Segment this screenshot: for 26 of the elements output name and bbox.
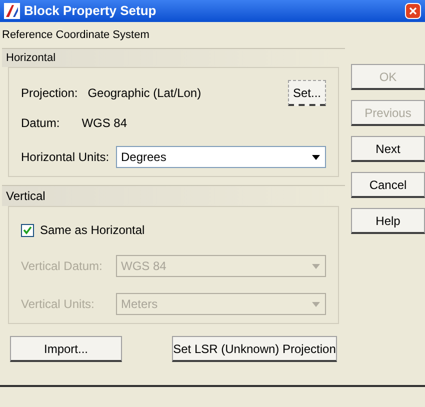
checkmark-icon — [23, 226, 32, 234]
dialog-button[interactable]: Cancel — [351, 172, 425, 198]
window-title: Block Property Setup — [24, 2, 158, 20]
dropdown-arrow-icon — [312, 302, 320, 306]
section-label: Reference Coordinate System — [2, 28, 150, 43]
group-header: Vertical — [2, 185, 345, 206]
group-header: Horizontal — [2, 48, 345, 67]
dialog-button[interactable]: Set LSR (Unknown) Projection — [172, 336, 337, 362]
field-label: Projection: — [21, 85, 78, 102]
close-button[interactable] — [405, 3, 421, 19]
dropdown[interactable]: Degrees — [116, 146, 326, 168]
dialog-button[interactable]: Next — [351, 136, 425, 162]
dialog-button[interactable]: Import... — [10, 336, 122, 362]
dialog-button[interactable]: Set... — [288, 80, 326, 106]
datum-value: WGS 84 — [82, 115, 128, 132]
close-icon — [408, 6, 418, 16]
field-label: Datum: — [21, 115, 60, 132]
same-as-horizontal-checkbox[interactable]: Same as Horizontal — [21, 221, 326, 239]
dropdown-arrow-icon — [312, 154, 320, 160]
app-logo-icon — [4, 3, 20, 19]
field-label: Vertical Units: — [21, 296, 94, 313]
projection-value: Geographic (Lat/Lon) — [88, 85, 202, 102]
field-label: Vertical Datum: — [21, 258, 102, 275]
dropdown-arrow-icon — [312, 264, 320, 268]
field-label: Horizontal Units: — [21, 149, 110, 166]
dialog-button[interactable]: Help — [351, 208, 425, 234]
